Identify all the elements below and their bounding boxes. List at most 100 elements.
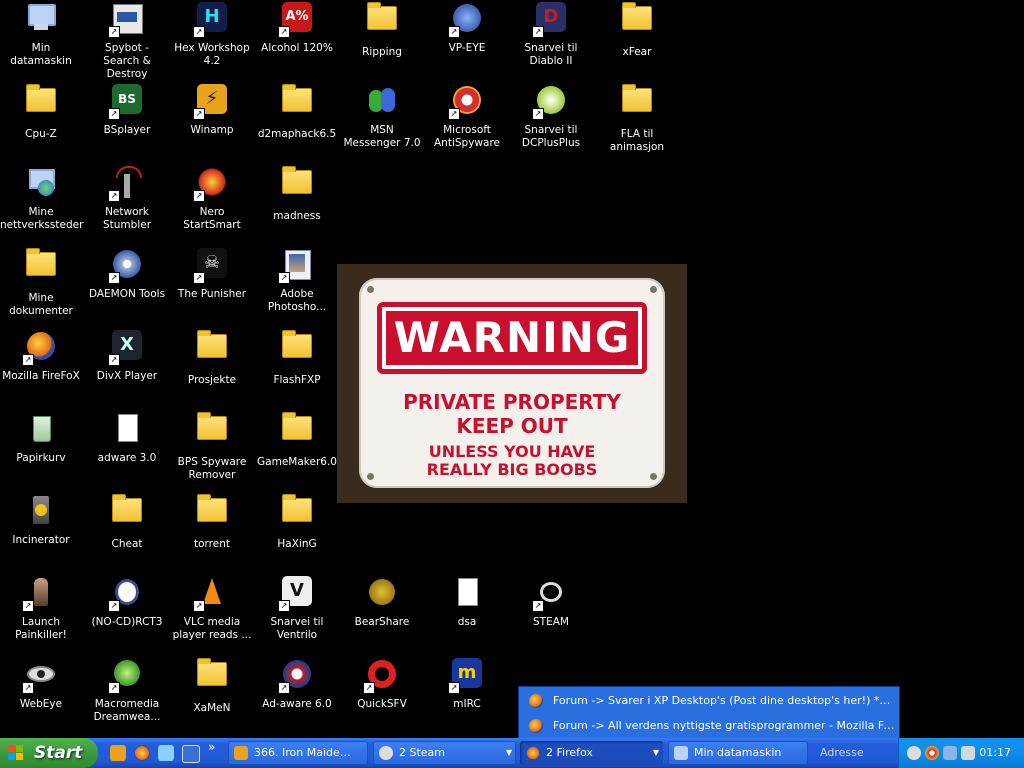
- desktop-icon-vlc[interactable]: ↗ VLC media player reads ...: [169, 574, 255, 654]
- icon-label: Launch Painkiller!: [15, 616, 67, 641]
- steam-icon: [379, 746, 393, 760]
- desktop-icon-quicksfv[interactable]: ↗ QuickSFV: [339, 656, 425, 736]
- desktop-icon-steam[interactable]: ↗ STEAM: [508, 574, 594, 654]
- desktop-icon-cheat[interactable]: Cheat: [84, 492, 170, 572]
- sign-heading-band: WARNING: [377, 302, 647, 374]
- folder-icon: [195, 658, 229, 696]
- desktop-icon-haxing[interactable]: HaXinG: [254, 492, 340, 572]
- clock[interactable]: 01:17: [979, 738, 1011, 768]
- desktop-icon-gamemaker[interactable]: GameMaker6.0: [254, 410, 340, 490]
- desktop-icon-vp-eye[interactable]: ↗ VP-EYE: [424, 0, 510, 80]
- icon-label: Adobe Photosho...: [267, 288, 327, 313]
- desktop-icon-winamp[interactable]: ⚡ ↗ Winamp: [169, 82, 255, 162]
- popup-menu-item[interactable]: Forum -> All verdens nyttigste gratispro…: [519, 713, 899, 738]
- desktop-icon-dreamweaver[interactable]: ↗ Macromedia Dreamwea...: [84, 656, 170, 736]
- desktop-icon-adobe-photoshop[interactable]: ↗ Adobe Photosho...: [254, 246, 340, 326]
- folder-icon: [195, 494, 229, 532]
- desktop-icon-diablo[interactable]: D ↗ Snarvei til Diablo II: [508, 0, 594, 80]
- firefox-quicklaunch-icon[interactable]: [134, 745, 150, 761]
- desktop-icon-ms-antispyware[interactable]: ↗ Microsoft AntiSpyware: [424, 82, 510, 162]
- taskbar-button-label: 366. Iron Maiden - ...: [254, 746, 354, 759]
- icon-label: adware 3.0: [97, 452, 157, 464]
- desktop-icon-prosjekte[interactable]: Prosjekte: [169, 328, 255, 408]
- eye-icon: ↗: [22, 658, 58, 694]
- antispyware-tray-icon[interactable]: [925, 746, 939, 760]
- recycle-bin-icon: [24, 412, 58, 446]
- sign-line-3: UNLESS YOU HAVE: [428, 442, 596, 461]
- desktop-icon-divx-player[interactable]: X ↗ DivX Player: [84, 328, 170, 408]
- icon-label: FLA til animasjon: [609, 128, 665, 153]
- desktop-icon-xfear[interactable]: xFear: [594, 0, 680, 80]
- icon-label: torrent: [194, 538, 230, 550]
- desktop-icon-ripping[interactable]: Ripping: [339, 0, 425, 80]
- network-tray-icon[interactable]: [943, 746, 957, 760]
- taskbar: Start » 366. Iron Maiden - ... 2 Steam ▼…: [0, 738, 1024, 768]
- desktop-icon-xamen[interactable]: XaMeN: [169, 656, 255, 736]
- desktop-icon-ventrilo[interactable]: V ↗ Snarvei til Ventrilo: [254, 574, 340, 654]
- desktop-icon-mozilla-firefox[interactable]: ↗ Mozilla FireFoX: [0, 328, 84, 408]
- desktop-icon-rct3[interactable]: ↗ (NO-CD)RCT3: [84, 574, 170, 654]
- desktop-icon-network-places[interactable]: Mine nettverkssteder: [0, 164, 84, 244]
- desktop-icon-bearshare[interactable]: BearShare: [339, 574, 425, 654]
- desktop-icon-painkiller[interactable]: ↗ Launch Painkiller!: [0, 574, 84, 654]
- desktop-icon-the-punisher[interactable]: ☠ ↗ The Punisher: [169, 246, 255, 326]
- taskbar-button-my-computer[interactable]: Min datamaskin: [668, 741, 808, 765]
- antispyware-icon: ↗: [448, 84, 484, 120]
- bearshare-icon: [365, 576, 399, 610]
- desktop-icon-bsplayer[interactable]: BS ↗ BSplayer: [84, 82, 170, 162]
- icon-label: FlashFXP: [273, 374, 321, 386]
- desktop-icon-nero[interactable]: ↗ Nero StartSmart: [169, 164, 255, 244]
- vp-eye-icon: ↗: [448, 2, 484, 38]
- desktop-icon-alcohol[interactable]: A% ↗ Alcohol 120%: [254, 0, 340, 80]
- icon-label: QuickSFV: [357, 698, 407, 710]
- icon-label: Alcohol 120%: [261, 42, 333, 54]
- desktop-icon-dcplusplus[interactable]: ↗ Snarvei til DCPlusPlus: [508, 82, 594, 162]
- desktop-icon-incinerator[interactable]: Incinerator: [0, 492, 84, 572]
- icon-label: Cpu-Z: [25, 128, 57, 140]
- icon-label: Network Stumbler: [102, 206, 152, 231]
- desktop-icon-recycle-bin[interactable]: Papirkurv: [0, 410, 84, 490]
- sign-line-4: REALLY BIG BOOBS: [426, 460, 598, 479]
- ie-quicklaunch-icon[interactable]: [158, 745, 174, 761]
- icon-label: Min datamaskin: [10, 42, 72, 67]
- desktop-icon-bps-spyware[interactable]: BPS Spyware Remover: [169, 410, 255, 490]
- taskbar-button-winamp[interactable]: 366. Iron Maiden - ...: [228, 741, 368, 765]
- desktop-icon-daemon-tools[interactable]: ↗ DAEMON Tools: [84, 246, 170, 326]
- start-button[interactable]: Start: [0, 738, 98, 768]
- desktop-icon-flashfxp[interactable]: FlashFXP: [254, 328, 340, 408]
- desktop-icon-msn-messenger[interactable]: MSN Messenger 7.0: [339, 82, 425, 162]
- desktop-icon-torrent[interactable]: torrent: [169, 492, 255, 572]
- desktop-icon-d2maphack[interactable]: d2maphack6.5: [254, 82, 340, 162]
- desktop-icon-fla-animasjon[interactable]: FLA til animasjon: [594, 82, 680, 162]
- popup-menu-item[interactable]: Forum -> Svarer i XP Desktop's (Post din…: [519, 688, 899, 713]
- desktop-icon-madness[interactable]: madness: [254, 164, 340, 244]
- sign-plate: WARNING PRIVATE PROPERTY KEEP OUT UNLESS…: [359, 278, 665, 488]
- desktop-icon-hex-workshop[interactable]: H ↗ Hex Workshop 4.2: [169, 0, 255, 80]
- desktop-icon-webeye[interactable]: ↗ WebEye: [0, 656, 84, 736]
- address-toolbar-label[interactable]: Adresse: [820, 738, 864, 768]
- volume-tray-icon[interactable]: [961, 746, 975, 760]
- desktop-icon-ad-aware[interactable]: ↗ Ad-aware 6.0: [254, 656, 340, 736]
- desktop-icon-network-stumbler[interactable]: ↗ Network Stumbler: [84, 164, 170, 244]
- icon-label: Cheat: [111, 538, 143, 550]
- taskbar-button-steam[interactable]: 2 Steam ▼: [373, 741, 516, 765]
- desktop-icon-dsa[interactable]: dsa: [424, 574, 510, 654]
- windows-logo-icon: [8, 745, 24, 761]
- desktop-icon-mirc[interactable]: m ↗ mIRC: [424, 656, 510, 736]
- desktop-icon-my-documents[interactable]: Mine dokumenter: [0, 246, 84, 326]
- icon-label: Winamp: [190, 124, 234, 136]
- desktop-icon-my-computer[interactable]: Min datamaskin: [0, 0, 84, 80]
- taskbar-button-firefox[interactable]: 2 Firefox ▼: [520, 741, 663, 765]
- winamp-quicklaunch-icon[interactable]: [110, 745, 126, 761]
- daemon-tools-icon: ↗: [108, 248, 144, 284]
- folder-icon: [195, 330, 229, 368]
- desktop-icon-spybot[interactable]: ↗ Spybot - Search & Destroy: [84, 0, 170, 80]
- lifebuoy-icon: ↗: [363, 658, 399, 694]
- steam-tray-icon[interactable]: [907, 746, 921, 760]
- desktop-icon-adware-3[interactable]: adware 3.0: [84, 410, 170, 490]
- show-desktop-quicklaunch-icon[interactable]: [182, 745, 200, 763]
- icon-label: mIRC: [453, 698, 481, 710]
- icon-label: The Punisher: [177, 288, 247, 300]
- desktop-icon-cpu-z[interactable]: Cpu-Z: [0, 82, 84, 162]
- quicklaunch-more-chevron[interactable]: »: [208, 740, 215, 754]
